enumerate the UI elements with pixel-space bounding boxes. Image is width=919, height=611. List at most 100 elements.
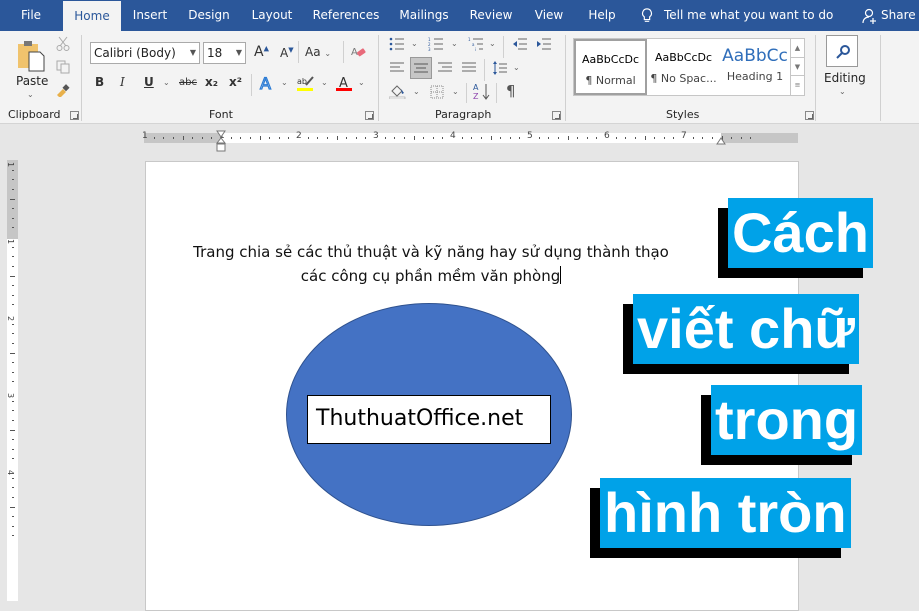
superscript-button[interactable]: x²	[229, 75, 242, 89]
tab-review[interactable]: Review	[466, 0, 516, 31]
tab-view[interactable]: View	[529, 0, 569, 31]
justify-icon[interactable]	[461, 61, 477, 75]
tab-insert[interactable]: Insert	[127, 0, 173, 31]
tab-design[interactable]: Design	[184, 0, 234, 31]
ruler-tick	[740, 137, 742, 139]
font-color-icon[interactable]: A	[336, 74, 354, 92]
shading-dropdown-icon[interactable]: ⌄	[413, 87, 420, 96]
italic-button[interactable]: I	[120, 75, 125, 89]
grow-font-button[interactable]: A▲	[254, 44, 269, 60]
shrink-font-icon: A	[280, 46, 289, 60]
cut-icon[interactable]	[56, 36, 70, 52]
paragraph-launcher[interactable]	[552, 111, 561, 120]
format-painter-icon[interactable]	[55, 83, 71, 97]
ruler-number: 1	[142, 131, 148, 141]
scroll-down-icon[interactable]: ▼	[791, 58, 804, 77]
highlight-icon[interactable]: ab	[297, 74, 315, 92]
separator	[496, 83, 497, 103]
numbering-icon[interactable]: 123	[428, 37, 444, 51]
font-size-select[interactable]: 18 ▼	[203, 42, 246, 64]
scroll-up-icon[interactable]: ▲	[791, 39, 804, 58]
svg-text:i: i	[475, 47, 476, 51]
align-center-button[interactable]	[410, 57, 432, 79]
ruler-tick	[519, 137, 521, 139]
multilevel-dropdown-icon[interactable]: ⌄	[489, 39, 496, 48]
ruler-number: 4	[450, 131, 456, 141]
multilevel-list-icon[interactable]: 1ai	[468, 37, 484, 51]
text-box[interactable]: ThuthuatOffice.net	[307, 395, 551, 444]
tab-references[interactable]: References	[310, 0, 382, 31]
sort-icon[interactable]: AZ	[473, 82, 491, 100]
share-button[interactable]: Share	[862, 0, 916, 31]
ruler-tick	[538, 137, 540, 139]
borders-icon[interactable]	[430, 85, 444, 99]
ruler-tick	[557, 137, 559, 139]
font-name-select[interactable]: Calibri (Body) ▼	[90, 42, 200, 64]
underline-button[interactable]: U	[144, 75, 154, 89]
align-right-icon[interactable]	[437, 61, 453, 75]
more-styles-icon[interactable]: ≡	[791, 76, 804, 95]
align-left-icon[interactable]	[389, 61, 405, 75]
styles-scrollbar[interactable]: ▲ ▼ ≡	[790, 39, 804, 95]
style-normal[interactable]: AaBbCcDc ¶ Normal	[574, 39, 647, 95]
line-spacing-icon[interactable]	[492, 60, 508, 76]
font-size-value: 18	[207, 46, 223, 60]
ruler-number: 3	[373, 131, 379, 141]
show-formatting-marks-button[interactable]: ¶	[506, 82, 516, 100]
tab-file[interactable]: File	[8, 0, 54, 31]
tab-home[interactable]: Home	[63, 1, 121, 31]
bullets-dropdown-icon[interactable]: ⌄	[411, 39, 418, 48]
horizontal-ruler[interactable]: 11234567	[142, 131, 798, 143]
text-effects-icon[interactable]: A	[259, 74, 275, 92]
ruler-tick	[12, 419, 14, 421]
underline-dropdown-icon[interactable]: ⌄	[163, 78, 170, 87]
shrink-font-button[interactable]: A▼	[280, 46, 294, 60]
subscript-button[interactable]: x₂	[205, 75, 218, 89]
ruler-tick	[12, 265, 14, 267]
clipboard-launcher[interactable]	[70, 111, 79, 120]
vertical-ruler[interactable]: 1 1 2 3 4	[6, 160, 18, 601]
editing-button[interactable]: Editing ⌄	[822, 35, 866, 99]
increase-indent-icon[interactable]	[536, 37, 552, 51]
tell-me-search[interactable]: Tell me what you want to do	[640, 0, 833, 31]
font-launcher[interactable]	[365, 111, 374, 120]
ruler-tick	[269, 137, 271, 139]
style-heading-1[interactable]: AaBbCc Heading 1	[720, 39, 790, 95]
strikethrough-button[interactable]: abc	[179, 77, 197, 88]
change-case-button[interactable]: Aa ⌄	[305, 45, 331, 59]
tab-help[interactable]: Help	[582, 0, 622, 31]
highlight-dropdown-icon[interactable]: ⌄	[321, 78, 328, 87]
tab-layout[interactable]: Layout	[247, 0, 297, 31]
paragraph-line-2-text: các công cụ phần mềm văn phòng	[300, 267, 561, 285]
ruler-tick	[634, 137, 636, 139]
share-label: Share	[881, 8, 916, 22]
paste-button[interactable]: Paste ⌄	[12, 37, 50, 99]
line-spacing-dropdown-icon[interactable]: ⌄	[513, 63, 520, 72]
decrease-indent-icon[interactable]	[512, 37, 528, 51]
style-no-spacing[interactable]: AaBbCcDc ¶ No Spac...	[647, 39, 720, 95]
font-color-dropdown-icon[interactable]: ⌄	[358, 78, 365, 87]
text-cursor	[560, 266, 562, 284]
tab-mailings[interactable]: Mailings	[396, 0, 452, 31]
paragraph-text[interactable]: Trang chia sẻ các thủ thuật và kỹ năng h…	[146, 240, 716, 288]
clear-formatting-icon[interactable]: A	[350, 44, 366, 60]
ruler-tick	[278, 137, 280, 139]
text-effects-dropdown-icon[interactable]: ⌄	[281, 78, 288, 87]
numbering-dropdown-icon[interactable]: ⌄	[451, 39, 458, 48]
right-indent-marker[interactable]	[716, 135, 726, 145]
style-name: Heading 1	[726, 70, 784, 83]
ruler-tick	[317, 137, 319, 139]
indent-marker[interactable]	[216, 130, 226, 152]
bold-button[interactable]: B	[95, 75, 104, 89]
separator	[81, 35, 82, 121]
borders-dropdown-icon[interactable]: ⌄	[452, 87, 459, 96]
bullets-icon[interactable]	[389, 37, 405, 51]
find-box	[826, 35, 858, 67]
copy-icon[interactable]	[56, 60, 70, 74]
separator	[343, 41, 344, 63]
ruler-tick	[384, 137, 386, 139]
paragraph-line-2: các công cụ phần mềm văn phòng	[146, 264, 716, 288]
shading-icon[interactable]	[389, 83, 407, 99]
ruler-tick	[480, 137, 482, 139]
styles-launcher[interactable]	[805, 111, 814, 120]
